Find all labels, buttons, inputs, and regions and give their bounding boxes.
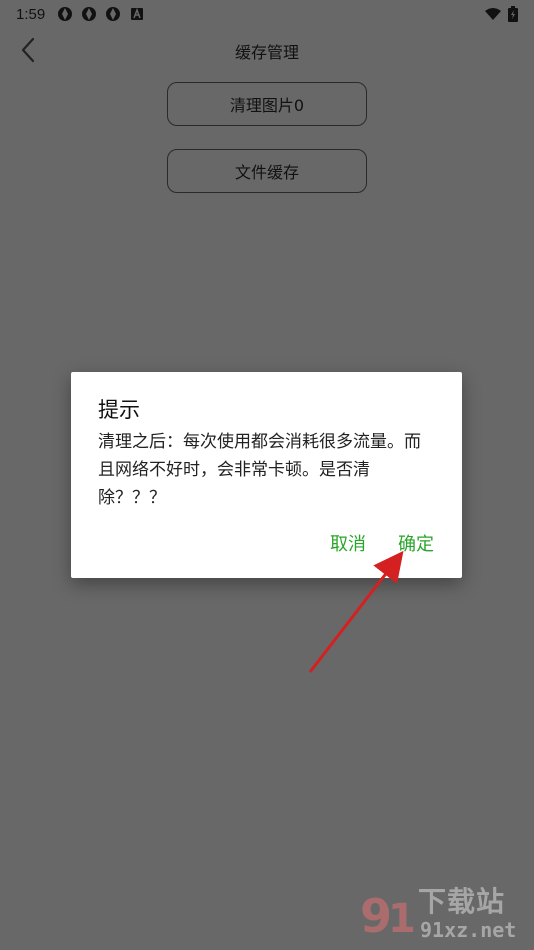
photos-icon (82, 7, 97, 21)
dialog-actions: 取消 确定 (330, 530, 434, 556)
watermark-name: 下载站 (418, 885, 506, 918)
dialog-message: 清理之后：每次使用都会消耗很多流量。而且网络不好时，会非常卡顿。是否清除？？？ (98, 432, 421, 508)
status-right-group (484, 6, 518, 22)
watermark: 9 1 下载站 91xz.net (358, 880, 528, 946)
svg-text:1: 1 (388, 896, 416, 942)
file-cache-button[interactable]: 文件缓存 (167, 149, 367, 193)
battery-charging-icon (508, 6, 518, 22)
confirm-button[interactable]: 确定 (398, 530, 434, 556)
watermark-url: 91xz.net (420, 918, 517, 942)
a-icon (131, 7, 144, 20)
status-bar: 1:59 (0, 0, 534, 28)
status-time: 1:59 (16, 5, 46, 23)
app-bar: 缓存管理 (0, 28, 534, 72)
clear-images-button[interactable]: 清理图片0 (167, 82, 367, 126)
watermark-logo-icon: 9 1 (360, 889, 416, 942)
cancel-button[interactable]: 取消 (330, 530, 366, 556)
confirm-dialog: 提示 清理之后：每次使用都会消耗很多流量。而且网络不好时，会非常卡顿。是否清除？… (71, 372, 462, 578)
page-title: 缓存管理 (234, 43, 299, 62)
photos-icon (58, 7, 73, 21)
dialog-title: 提示 (98, 398, 140, 422)
photos-icon (106, 7, 121, 21)
wifi-icon (485, 8, 501, 20)
